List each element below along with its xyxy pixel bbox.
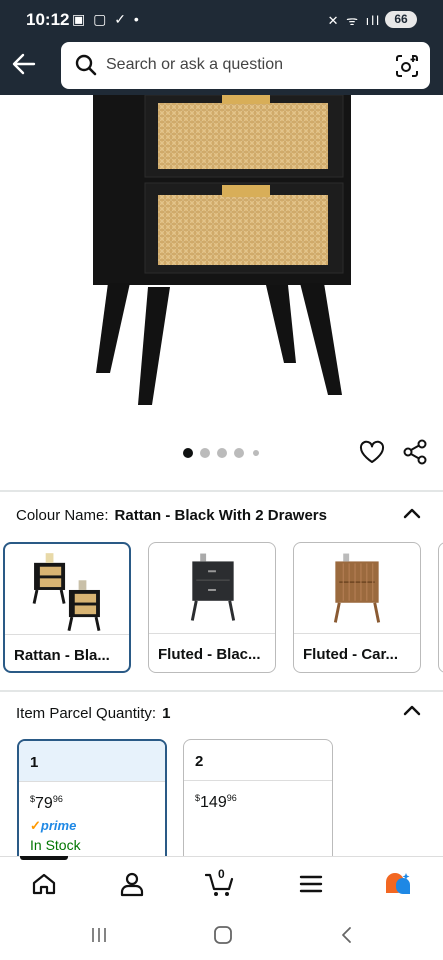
share-icon[interactable]	[402, 439, 428, 465]
quantity-label: Item Parcel Quantity:	[16, 705, 157, 722]
section-divider	[0, 690, 443, 692]
app-header: Search or ask a question	[0, 38, 443, 95]
price: $7996	[30, 794, 63, 812]
section-divider	[0, 490, 443, 492]
colour-value: Rattan - Black With 2 Drawers	[114, 507, 327, 524]
swatch-image	[333, 553, 381, 623]
swatch-divider	[294, 633, 420, 634]
swatch-label: Fluted - Blac...	[158, 646, 261, 663]
gallery-dot[interactable]	[253, 450, 259, 456]
rufus-icon[interactable]	[384, 871, 412, 897]
quantity-number: 1	[30, 754, 39, 771]
search-input[interactable]: Search or ask a question	[106, 56, 283, 74]
bottom-nav: 0	[0, 856, 443, 912]
quantity-option-1[interactable]: 1 $7996 ✓prime In Stock	[17, 739, 167, 869]
colour-name-row: Colour Name: Rattan - Black With 2 Drawer…	[16, 507, 327, 524]
quantity-number: 2	[195, 753, 204, 770]
swatch-image	[32, 553, 101, 631]
home-icon[interactable]	[31, 871, 57, 897]
quantity-option-header: 1	[19, 741, 165, 782]
recent-apps-icon[interactable]	[89, 925, 109, 945]
gallery-dot[interactable]	[183, 448, 193, 458]
back-button-icon[interactable]	[337, 925, 357, 945]
cart-count: 0	[218, 867, 225, 881]
swatch-label: Rattan - Bla...	[14, 647, 110, 664]
profile-icon[interactable]	[119, 871, 145, 897]
chevron-up-icon[interactable]	[403, 507, 421, 519]
gallery-dot[interactable]	[200, 448, 210, 458]
system-nav-bar	[0, 912, 443, 960]
signal-icons: ✕ ᯤ ıll	[327, 13, 381, 28]
camera-scan-icon[interactable]	[394, 53, 420, 79]
status-bar: 10:12 ▣ ▢ ✓ • ✕ ᯤ ıll 66	[0, 0, 443, 38]
gallery-dot[interactable]	[234, 448, 244, 458]
swatch-label: Fluted - Car...	[303, 646, 399, 663]
price: $14996	[195, 793, 237, 811]
battery-icon: 66	[385, 11, 417, 28]
colour-label: Colour Name:	[16, 507, 109, 524]
search-icon	[75, 54, 97, 76]
gallery-dot[interactable]	[217, 448, 227, 458]
home-button-icon[interactable]	[213, 925, 233, 945]
back-arrow-icon[interactable]	[10, 50, 38, 78]
notification-icons: ▣ ▢ ✓ •	[72, 11, 141, 27]
heart-icon[interactable]	[359, 440, 385, 464]
prime-check-icon: ✓	[30, 818, 41, 833]
status-time: 10:12	[26, 10, 70, 29]
quantity-row: Item Parcel Quantity: 1	[16, 705, 170, 722]
prime-badge: ✓prime	[30, 818, 77, 833]
product-image[interactable]	[0, 95, 443, 435]
swatch-divider	[149, 633, 275, 634]
stock-status: In Stock	[30, 837, 81, 853]
colour-option-fluted-black[interactable]: Fluted - Blac...	[148, 542, 276, 673]
quantity-option-header: 2	[184, 740, 332, 781]
quantity-value: 1	[162, 705, 171, 722]
colour-option-more[interactable]	[438, 542, 443, 673]
swatch-image	[190, 553, 236, 621]
search-bar[interactable]: Search or ask a question	[61, 42, 430, 89]
menu-icon[interactable]	[298, 871, 324, 897]
chevron-up-icon[interactable]	[403, 704, 421, 716]
quantity-option-2[interactable]: 2 $14996	[183, 739, 333, 869]
swatch-divider	[5, 634, 129, 635]
active-tab-indicator	[20, 856, 68, 860]
colour-option-rattan-black[interactable]: Rattan - Bla...	[3, 542, 131, 673]
colour-option-fluted-caramel[interactable]: Fluted - Car...	[293, 542, 421, 673]
